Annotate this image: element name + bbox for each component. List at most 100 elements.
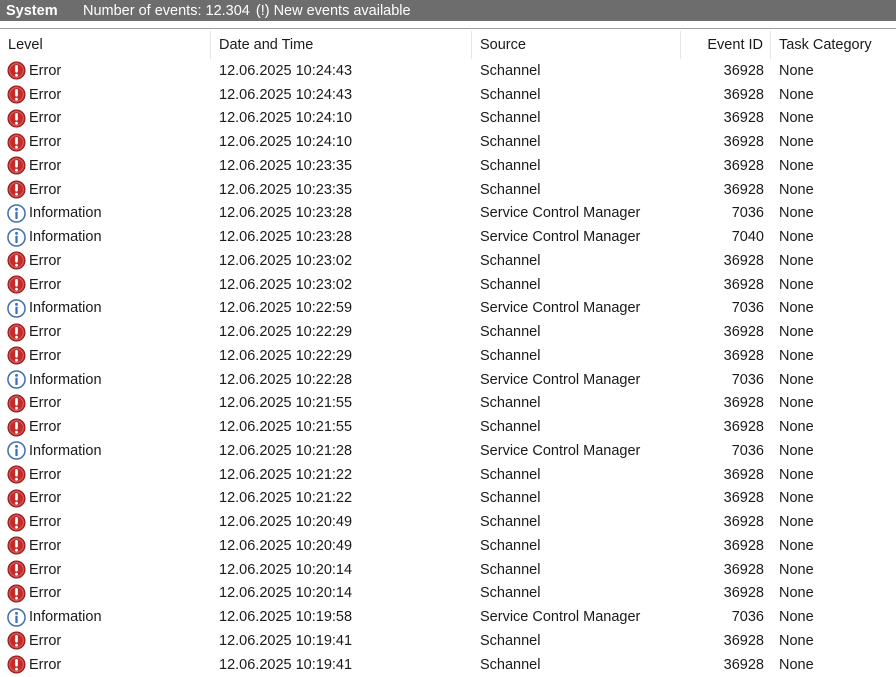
event-id-cell: 36928	[723, 561, 764, 578]
source-cell: Schannel	[480, 110, 541, 127]
table-row[interactable]: Error 12.06.2025 10:19:41 Schannel 36928 Non…	[0, 653, 896, 677]
column-header-date-time[interactable]: Date and Time	[211, 31, 472, 59]
table-row[interactable]: Error 12.06.2025 10:23:02 Schannel 36928 Non…	[0, 273, 896, 297]
level-label: Error	[29, 276, 62, 293]
error-icon	[7, 489, 29, 508]
level-label: Error	[29, 514, 62, 531]
column-header-level[interactable]: Level	[0, 31, 211, 59]
level-label: Error	[29, 490, 62, 507]
table-row[interactable]: Information 12.06.2025 10:19:58 Service Co…	[0, 605, 896, 629]
error-icon	[7, 61, 29, 80]
error-icon	[7, 109, 29, 128]
date-time-cell: 12.06.2025 10:19:41	[219, 656, 353, 673]
task-category-cell: None	[779, 324, 814, 341]
level-label: Error	[29, 181, 62, 198]
level-label: Error	[29, 395, 62, 412]
table-row[interactable]: Error 12.06.2025 10:24:10 Schannel 36928 Non…	[0, 107, 896, 131]
level-cell: Error	[0, 394, 211, 413]
task-category-cell: None	[779, 181, 814, 198]
table-row[interactable]: Error 12.06.2025 10:20:14 Schannel 36928 Non…	[0, 582, 896, 606]
table-row[interactable]: Error 12.06.2025 10:21:22 Schannel 36928 Non…	[0, 487, 896, 511]
task-category-cell: None	[779, 514, 814, 531]
date-time-cell: 12.06.2025 10:20:49	[219, 537, 353, 554]
level-cell: Information	[0, 607, 211, 627]
task-category-cell: None	[779, 229, 814, 246]
source-cell: Schannel	[480, 656, 541, 673]
level-cell: Error	[0, 631, 211, 650]
error-icon	[7, 655, 29, 674]
error-icon	[7, 560, 29, 579]
date-time-cell: 12.06.2025 10:19:41	[219, 632, 353, 649]
table-row[interactable]: Error 12.06.2025 10:22:29 Schannel 36928 Non…	[0, 344, 896, 368]
error-icon	[7, 465, 29, 484]
column-header-event-id[interactable]: Event ID	[681, 31, 771, 59]
source-cell: Schannel	[480, 466, 541, 483]
date-time-cell: 12.06.2025 10:23:35	[219, 181, 353, 198]
table-row[interactable]: Error 12.06.2025 10:24:43 Schannel 36928 Non…	[0, 83, 896, 107]
level-label: Information	[29, 442, 102, 459]
info-icon	[7, 227, 29, 247]
level-label: Error	[29, 347, 62, 364]
table-row[interactable]: Error 12.06.2025 10:23:02 Schannel 36928 Non…	[0, 249, 896, 273]
task-category-cell: None	[779, 395, 814, 412]
date-time-cell: 12.06.2025 10:24:10	[219, 110, 353, 127]
error-icon	[7, 251, 29, 270]
column-header-task-category[interactable]: Task Category	[771, 31, 896, 59]
level-cell: Error	[0, 655, 211, 674]
table-row[interactable]: Error 12.06.2025 10:20:14 Schannel 36928 Non…	[0, 558, 896, 582]
table-row[interactable]: Information 12.06.2025 10:23:28 Service Co…	[0, 225, 896, 249]
level-cell: Error	[0, 536, 211, 555]
table-row[interactable]: Error 12.06.2025 10:24:10 Schannel 36928 Non…	[0, 130, 896, 154]
event-id-cell: 36928	[723, 276, 764, 293]
event-id-cell: 36928	[723, 252, 764, 269]
level-label: Error	[29, 585, 62, 602]
task-category-cell: None	[779, 537, 814, 554]
table-row[interactable]: Error 12.06.2025 10:20:49 Schannel 36928 Non…	[0, 534, 896, 558]
level-cell: Information	[0, 227, 211, 247]
table-row[interactable]: Error 12.06.2025 10:24:43 Schannel 36928 Non…	[0, 59, 896, 83]
table-row[interactable]: Information 12.06.2025 10:22:28 Service Co…	[0, 368, 896, 392]
date-time-cell: 12.06.2025 10:24:10	[219, 134, 353, 151]
date-time-cell: 12.06.2025 10:23:35	[219, 157, 353, 174]
error-icon	[7, 513, 29, 532]
date-time-cell: 12.06.2025 10:22:29	[219, 324, 353, 341]
table-row[interactable]: Error 12.06.2025 10:22:29 Schannel 36928 Non…	[0, 320, 896, 344]
level-cell: Error	[0, 323, 211, 342]
table-row[interactable]: Error 12.06.2025 10:20:49 Schannel 36928 Non…	[0, 510, 896, 534]
new-events-notice[interactable]: (!) New events available	[256, 3, 411, 19]
event-id-cell: 36928	[723, 110, 764, 127]
table-row[interactable]: Error 12.06.2025 10:23:35 Schannel 36928 Non…	[0, 178, 896, 202]
table-row[interactable]: Information 12.06.2025 10:23:28 Service Co…	[0, 202, 896, 226]
level-cell: Error	[0, 560, 211, 579]
level-label: Error	[29, 134, 62, 151]
table-row[interactable]: Error 12.06.2025 10:21:55 Schannel 36928 Non…	[0, 392, 896, 416]
event-id-cell: 36928	[723, 347, 764, 364]
error-icon	[7, 536, 29, 555]
table-row[interactable]: Error 12.06.2025 10:23:35 Schannel 36928 Non…	[0, 154, 896, 178]
level-cell: Error	[0, 346, 211, 365]
source-cell: Schannel	[480, 276, 541, 293]
event-id-cell: 36928	[723, 490, 764, 507]
task-category-cell: None	[779, 632, 814, 649]
level-label: Error	[29, 86, 62, 103]
date-time-cell: 12.06.2025 10:20:14	[219, 561, 353, 578]
source-cell: Service Control Manager	[480, 442, 641, 459]
error-icon	[7, 418, 29, 437]
error-icon	[7, 346, 29, 365]
table-row[interactable]: Error 12.06.2025 10:21:55 Schannel 36928 Non…	[0, 415, 896, 439]
table-row[interactable]: Error 12.06.2025 10:21:22 Schannel 36928 Non…	[0, 463, 896, 487]
date-time-cell: 12.06.2025 10:23:02	[219, 276, 353, 293]
task-category-cell: None	[779, 466, 814, 483]
log-name: System	[6, 2, 58, 19]
table-row[interactable]: Error 12.06.2025 10:19:41 Schannel 36928 Non…	[0, 629, 896, 653]
date-time-cell: 12.06.2025 10:23:28	[219, 229, 353, 246]
task-category-cell: None	[779, 157, 814, 174]
level-label: Error	[29, 62, 62, 79]
date-time-cell: 12.06.2025 10:21:22	[219, 466, 353, 483]
table-row[interactable]: Information 12.06.2025 10:22:59 Service Co…	[0, 297, 896, 321]
table-row[interactable]: Information 12.06.2025 10:21:28 Service Co…	[0, 439, 896, 463]
column-header-source[interactable]: Source	[472, 31, 681, 59]
level-label: Error	[29, 537, 62, 554]
event-id-cell: 7036	[731, 609, 764, 626]
event-id-cell: 36928	[723, 395, 764, 412]
